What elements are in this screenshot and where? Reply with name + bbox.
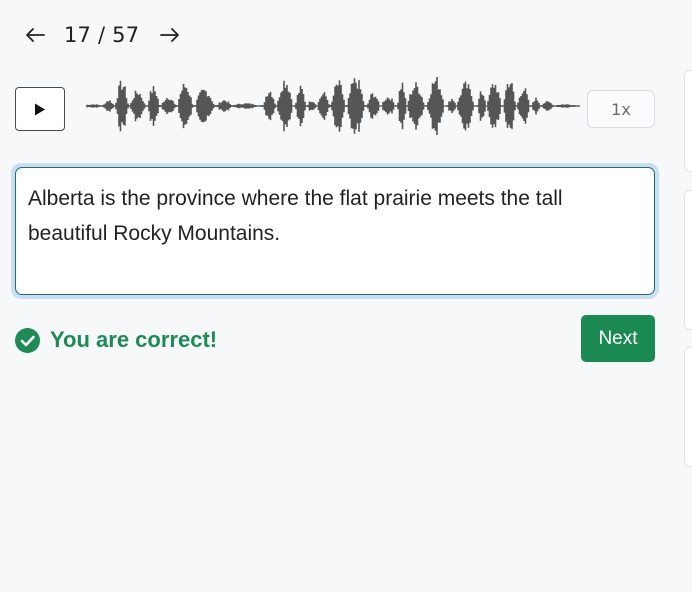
audio-waveform[interactable] [86,68,580,144]
playback-speed-button[interactable]: 1x [587,90,655,128]
answer-textarea[interactable]: Alberta is the province where the flat p… [15,167,655,295]
side-panel-card [684,70,692,172]
exercise-navigation: 17 / 57 [22,22,183,48]
side-panel-card [684,190,692,330]
side-panel-card [684,347,692,467]
dictation-exercise-page: 17 / 57 1x Alberta is the province where… [0,0,692,592]
feedback-message: You are correct! [15,327,217,353]
prev-exercise-button[interactable] [22,22,48,48]
play-icon [35,103,45,115]
next-button[interactable]: Next [581,315,655,362]
check-circle-icon [15,327,40,353]
feedback-text: You are correct! [50,327,218,352]
exercise-counter: 17 / 57 [64,23,140,47]
play-button[interactable] [15,87,65,131]
arrow-left-icon [26,28,45,42]
next-exercise-button[interactable] [157,22,183,48]
arrow-right-icon [160,28,180,42]
